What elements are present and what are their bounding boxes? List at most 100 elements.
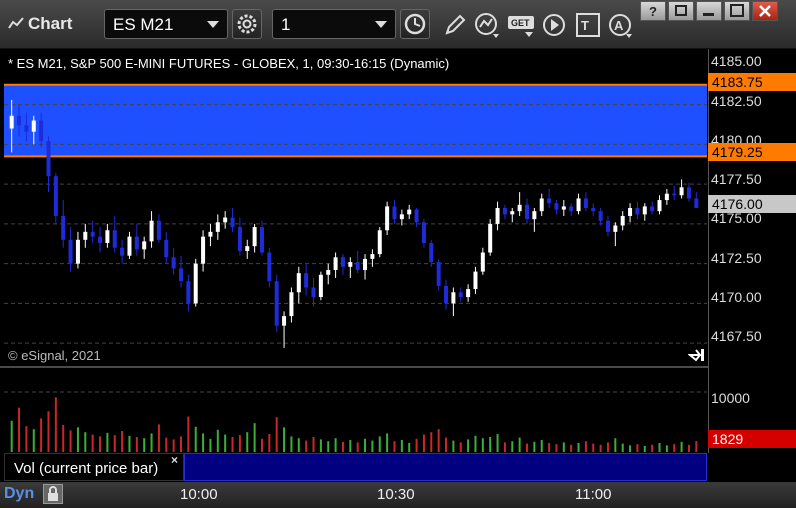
candle-body xyxy=(569,206,574,212)
price-chart[interactable] xyxy=(4,49,707,367)
volume-bar xyxy=(54,397,57,452)
volume-bar xyxy=(349,440,352,452)
link-button[interactable] xyxy=(668,1,694,21)
maximize-button[interactable] xyxy=(724,1,750,21)
play-icon[interactable] xyxy=(540,11,568,39)
candle-body xyxy=(672,193,677,196)
volume-bar xyxy=(25,426,28,452)
volume-bar xyxy=(253,423,256,452)
volume-bar xyxy=(106,432,109,452)
close-button[interactable] xyxy=(752,1,778,21)
scroll-to-end-icon[interactable] xyxy=(688,348,706,362)
candle-body xyxy=(90,231,95,237)
lock-button[interactable] xyxy=(43,484,63,504)
volume-bar xyxy=(341,441,344,452)
candle-body xyxy=(46,141,51,177)
candle-body xyxy=(348,262,353,267)
volume-bar xyxy=(135,437,138,452)
time-tick: 10:30 xyxy=(377,486,415,503)
interval-dropdown-icon[interactable] xyxy=(375,21,387,28)
interval-settings-button[interactable] xyxy=(400,9,430,39)
candle-body xyxy=(576,198,581,212)
volume-bar xyxy=(445,437,448,452)
candle-body xyxy=(142,241,147,250)
candle-body xyxy=(598,211,603,221)
candle-body xyxy=(664,193,669,201)
price-tick: 4185.00 xyxy=(711,53,762,69)
volume-bar xyxy=(327,441,330,452)
volume-bar xyxy=(356,442,359,452)
candle-body xyxy=(215,222,220,232)
pencil-icon[interactable] xyxy=(441,11,469,39)
volume-bar xyxy=(113,435,116,452)
volume-legend-bar xyxy=(184,453,707,481)
volume-bar xyxy=(599,444,602,452)
candle-body xyxy=(650,206,655,212)
candle-body xyxy=(17,115,22,126)
symbol-input[interactable]: ES M21 xyxy=(104,9,228,39)
volume-study-label[interactable]: Vol (current price bar) xyxy=(4,453,184,481)
candle-body xyxy=(547,198,552,204)
chart-title: * ES M21, S&P 500 E-MINI FUTURES - GLOBE… xyxy=(8,56,450,71)
candle-body xyxy=(429,242,434,263)
volume-bar xyxy=(69,430,72,452)
candle-body xyxy=(488,223,493,253)
volume-bar xyxy=(503,442,506,452)
window-title: Chart xyxy=(28,14,73,33)
candle-body xyxy=(318,274,323,298)
volume-bar xyxy=(400,440,403,452)
volume-bar xyxy=(238,435,241,452)
volume-bar xyxy=(526,443,528,452)
volume-bar xyxy=(76,427,79,452)
candle-body xyxy=(230,217,235,228)
text-tool-icon[interactable]: T xyxy=(574,11,602,39)
volume-pane[interactable] xyxy=(4,368,707,452)
candle-body xyxy=(164,239,169,258)
volume-bar xyxy=(474,435,477,452)
candle-body xyxy=(24,125,29,132)
volume-bar xyxy=(651,444,654,452)
candle-body xyxy=(370,254,375,259)
candle-body xyxy=(61,215,66,240)
help-button[interactable]: ? xyxy=(640,1,666,21)
symbol-dropdown-icon[interactable] xyxy=(207,21,219,28)
volume-bar xyxy=(319,439,322,452)
candle-body xyxy=(149,220,154,242)
volume-bar xyxy=(268,434,271,452)
get-data-icon[interactable]: GET xyxy=(507,11,535,39)
volume-bar xyxy=(665,445,668,452)
symbol-settings-button[interactable] xyxy=(232,9,262,39)
candle-body xyxy=(252,227,257,247)
candle-body xyxy=(451,292,456,304)
volume-bar xyxy=(577,443,580,452)
volume-bar xyxy=(224,434,227,452)
candle-body xyxy=(105,230,110,243)
candle-body xyxy=(686,187,691,199)
volume-close-icon[interactable]: × xyxy=(171,453,178,467)
volume-bar xyxy=(695,441,698,452)
volume-chart[interactable] xyxy=(4,368,707,452)
minimize-button[interactable] xyxy=(696,1,722,21)
candle-body xyxy=(267,252,272,282)
title-bar: Chart ES M21 1 GET T A ? xyxy=(0,0,796,49)
time-tick: 10:00 xyxy=(180,486,218,503)
volume-bar xyxy=(187,416,190,452)
volume-bar xyxy=(511,441,514,452)
price-pane[interactable] xyxy=(4,49,707,367)
volume-bar xyxy=(459,442,462,452)
volume-bar xyxy=(658,443,661,452)
candle-body xyxy=(613,225,618,232)
studies-icon[interactable] xyxy=(473,11,501,39)
volume-bar xyxy=(562,442,565,452)
candle-body xyxy=(532,211,537,220)
candle-body xyxy=(561,206,566,210)
interval-input[interactable]: 1 xyxy=(272,9,396,39)
dynamic-mode-label[interactable]: Dyn xyxy=(4,485,34,503)
volume-bar xyxy=(91,434,94,452)
copyright-label: © eSignal, 2021 xyxy=(8,348,101,363)
zone-upper-tag: 4183.75 xyxy=(708,73,796,91)
volume-bar xyxy=(290,436,293,452)
alert-icon[interactable]: A xyxy=(606,11,634,39)
volume-bar xyxy=(673,444,676,452)
candle-body xyxy=(75,239,80,264)
